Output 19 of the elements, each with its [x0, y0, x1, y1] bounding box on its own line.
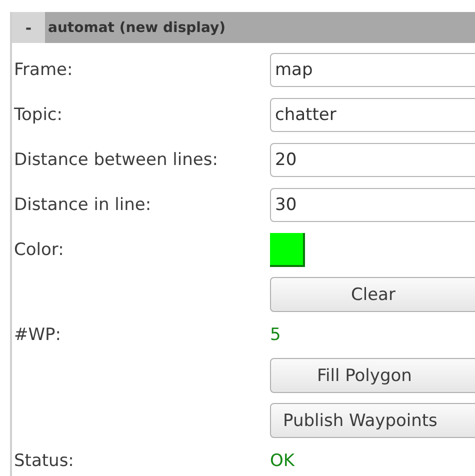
value-text: OK	[270, 451, 295, 471]
collapse-toggle[interactable]: -	[12, 12, 45, 43]
field-label: #WP:	[13, 325, 62, 345]
color-swatch[interactable]	[270, 232, 305, 266]
field-label: Distance in line:	[13, 194, 152, 214]
action-button[interactable]: Fill Polygon	[270, 358, 475, 393]
input-field[interactable]: map	[270, 52, 475, 86]
panel-title: automat (new display)	[47, 20, 226, 36]
value-text: 5	[270, 325, 281, 345]
input-field[interactable]: 30	[270, 188, 475, 222]
field-label: Color:	[13, 240, 65, 260]
field-label: Topic:	[13, 104, 64, 124]
field-label: Status:	[13, 451, 75, 471]
field-label: Frame:	[13, 60, 74, 80]
action-button[interactable]: Publish Waypoints	[270, 403, 475, 438]
action-button[interactable]: Clear	[270, 277, 475, 312]
input-field[interactable]: chatter	[270, 98, 475, 132]
input-field[interactable]: 20	[270, 142, 475, 176]
field-label: Distance between lines:	[13, 150, 219, 170]
